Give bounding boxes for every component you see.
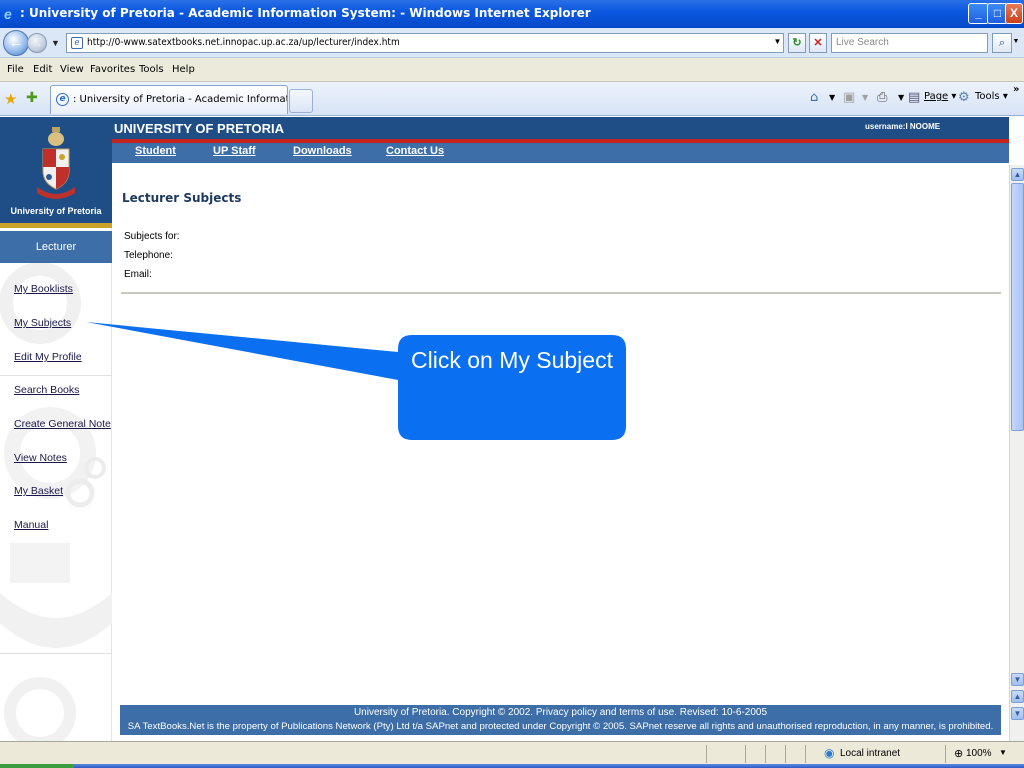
address-input[interactable]: e http://0-www.satextbooks.net.innopac.u… — [66, 33, 784, 53]
scroll-page-up-icon[interactable]: ▲ — [1011, 690, 1024, 703]
menu-favorites[interactable]: Favorites — [90, 64, 135, 75]
zoom-dropdown-icon[interactable]: ▼ — [999, 748, 1007, 757]
globe-icon: ◉ — [824, 746, 835, 760]
refresh-icon[interactable]: ↻ — [788, 33, 806, 53]
scroll-up-icon[interactable]: ▲ — [1011, 168, 1024, 181]
close-button[interactable]: X — [1005, 3, 1023, 24]
page-scrollbar[interactable]: ▲ ▼ ▲ ▼ — [1009, 165, 1024, 741]
tools-menu[interactable]: Tools ▾ — [975, 91, 1008, 102]
scroll-thumb[interactable] — [1011, 183, 1024, 431]
nav-contact-us[interactable]: Contact Us — [386, 145, 444, 157]
site-header: UNIVERSITY OF PRETORIA username:I NOOME … — [0, 117, 1009, 163]
subjects-for-label: Subjects for: — [124, 231, 180, 242]
home-dropdown-icon[interactable]: ▼ — [829, 93, 835, 102]
role-label: Lecturer — [0, 231, 112, 263]
page-menu-icon[interactable]: ▤ — [908, 90, 920, 105]
scroll-page-down-icon[interactable]: ▼ — [1011, 707, 1024, 720]
status-separator — [706, 745, 707, 763]
zoom-level[interactable]: 100% — [966, 748, 992, 759]
tools-menu-label: Tools — [975, 91, 1000, 102]
search-input[interactable]: Live Search — [831, 33, 988, 53]
tab-page-icon: e — [56, 93, 69, 106]
sidebar-bottom-separator — [0, 653, 112, 654]
page-menu[interactable]: Page ▾ — [924, 91, 956, 102]
nav-student[interactable]: Student — [135, 145, 176, 157]
ie-logo-icon: e — [4, 6, 12, 22]
forward-button[interactable]: → — [27, 33, 47, 53]
sidebar-my-basket[interactable]: My Basket — [14, 485, 63, 497]
site-footer: University of Pretoria. Copyright © 2002… — [120, 705, 1001, 735]
page-menu-label: Page — [924, 91, 949, 102]
site-nav: Student UP Staff Downloads Contact Us — [112, 143, 1009, 163]
email-label: Email: — [124, 269, 152, 280]
tab-active[interactable]: e : University of Pretoria - Academic In… — [50, 85, 288, 114]
menu-help[interactable]: Help — [172, 64, 195, 75]
left-sidebar: University of Pretoria Lecturer My Bookl… — [0, 117, 112, 741]
title-bar: e : University of Pretoria - Academic In… — [0, 0, 1024, 28]
sidebar-create-general-note[interactable]: Create General Note — [14, 418, 111, 430]
gear-icon[interactable]: ⚙ — [958, 90, 970, 105]
recent-pages-dropdown-icon[interactable]: ▼ — [51, 38, 60, 48]
zoom-icon: ⊕ — [954, 748, 964, 760]
new-tab-button[interactable] — [289, 89, 313, 113]
window-title: : University of Pretoria - Academic Info… — [20, 6, 591, 20]
taskbar-edge — [0, 764, 1024, 768]
site-title: UNIVERSITY OF PRETORIA — [114, 121, 284, 136]
callout-text: Click on My Subject — [411, 347, 613, 373]
page-title: Lecturer Subjects — [122, 191, 242, 205]
scroll-down-icon[interactable]: ▼ — [1011, 673, 1024, 686]
status-separator — [785, 745, 786, 763]
search-icon[interactable]: ⌕ — [992, 33, 1012, 53]
address-toolbar: ← → ▼ e http://0-www.satextbooks.net.inn… — [0, 28, 1024, 58]
address-url: http://0-www.satextbooks.net.innopac.up.… — [87, 37, 400, 48]
status-separator — [945, 745, 946, 763]
gold-divider — [0, 223, 112, 228]
content-divider — [121, 292, 1001, 294]
menu-file[interactable]: File — [7, 64, 24, 75]
start-button-edge[interactable] — [0, 764, 74, 768]
menu-edit[interactable]: Edit — [33, 64, 52, 75]
address-dropdown-icon[interactable]: ▼ — [771, 33, 784, 53]
sidebar-view-notes[interactable]: View Notes — [14, 452, 67, 464]
home-icon[interactable]: ⌂ — [810, 90, 818, 105]
chevron-more-icon[interactable]: » — [1013, 84, 1019, 95]
university-logo-label: University of Pretoria — [10, 206, 102, 216]
sidebar-separator — [0, 375, 112, 376]
nav-up-staff[interactable]: UP Staff — [213, 145, 256, 157]
menu-bar: File Edit View Favorites Tools Help — [0, 58, 1024, 82]
logo-area: University of Pretoria — [0, 117, 112, 223]
feeds-icon[interactable]: ▣ — [843, 90, 855, 105]
status-separator — [765, 745, 766, 763]
add-favorite-icon[interactable]: ✚ — [26, 90, 38, 106]
sidebar-edit-my-profile[interactable]: Edit My Profile — [14, 351, 82, 363]
tab-title: : University of Pretoria - Academic Info… — [73, 94, 288, 105]
university-crest-icon — [37, 127, 75, 199]
feeds-dropdown-icon[interactable]: ▼ — [862, 93, 868, 102]
sidebar-search-books[interactable]: Search Books — [14, 384, 79, 396]
telephone-label: Telephone: — [124, 250, 173, 261]
status-separator — [745, 745, 746, 763]
search-options-icon[interactable]: ▼ — [1011, 33, 1021, 53]
minimize-button[interactable]: _ — [968, 3, 989, 24]
crest-watermark — [0, 263, 112, 741]
sidebar-manual[interactable]: Manual — [14, 519, 48, 531]
sidebar-my-subjects[interactable]: My Subjects — [14, 317, 71, 329]
menu-tools[interactable]: Tools — [139, 64, 164, 75]
stop-icon[interactable]: ✕ — [809, 33, 827, 53]
print-icon[interactable]: ⎙ — [877, 90, 887, 105]
print-dropdown-icon[interactable]: ▼ — [898, 93, 904, 102]
sidebar-my-booklists[interactable]: My Booklists — [14, 283, 73, 295]
favorites-star-icon[interactable]: ★ — [4, 90, 17, 108]
menu-view[interactable]: View — [60, 64, 84, 75]
username-label: username:I NOOME — [865, 122, 941, 131]
back-button[interactable]: ← — [3, 30, 29, 56]
tab-bar: ★ ✚ e : University of Pretoria - Academi… — [0, 82, 1024, 116]
security-zone: Local intranet — [840, 748, 901, 759]
nav-downloads[interactable]: Downloads — [293, 145, 352, 157]
ie-window: e : University of Pretoria - Academic In… — [0, 0, 1024, 768]
footer-legal: SA TextBooks.Net is the property of Publ… — [127, 721, 994, 732]
status-separator — [805, 745, 806, 763]
page-icon: e — [71, 37, 83, 49]
footer-copyright: University of Pretoria. Copyright © 2002… — [353, 707, 768, 718]
